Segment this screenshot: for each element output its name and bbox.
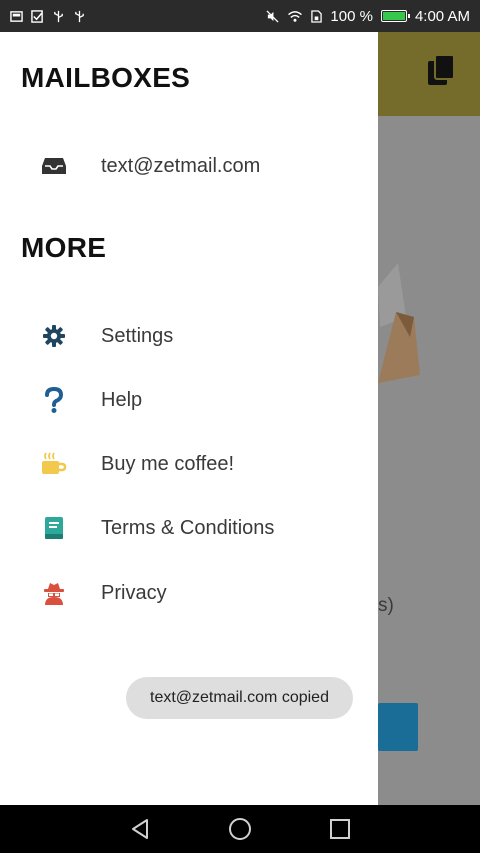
usb-debug-icon <box>75 10 84 22</box>
home-icon[interactable] <box>225 814 255 844</box>
screen: 100 % 4:00 AM s) MAILBOXES text@zetmail. <box>0 0 480 853</box>
mailbox-address: text@zetmail.com <box>101 154 261 177</box>
gear-icon <box>40 322 68 350</box>
battery-percent: 100 % <box>330 7 373 25</box>
mute-icon <box>266 9 279 23</box>
envelope-illustration <box>378 263 420 383</box>
status-left <box>10 9 86 23</box>
sim-icon <box>311 9 323 23</box>
battery-fill <box>382 12 405 20</box>
drawer-item-coffee[interactable]: Buy me coffee! <box>0 436 378 492</box>
drawer-item-label: Settings <box>101 324 174 347</box>
usb-icon <box>54 10 63 22</box>
status-right: 100 % 4:00 AM <box>266 8 470 25</box>
more-heading: MORE <box>21 232 107 263</box>
check-notification-icon <box>31 9 43 23</box>
book-icon <box>40 514 68 542</box>
mailbox-item[interactable]: text@zetmail.com <box>0 138 378 194</box>
copy-icon[interactable] <box>426 54 456 88</box>
status-bar: 100 % 4:00 AM <box>0 0 480 32</box>
navigation-bar <box>0 805 480 853</box>
mailboxes-heading: MAILBOXES <box>21 62 191 93</box>
drawer-item-privacy[interactable]: Privacy <box>0 565 378 621</box>
copied-toast: text@zetmail.com copied <box>126 677 353 719</box>
recents-icon[interactable] <box>325 814 355 844</box>
coffee-icon <box>40 450 68 478</box>
question-icon <box>40 386 68 414</box>
wifi-icon <box>288 10 303 22</box>
drawer-item-label: Help <box>101 388 143 411</box>
clock: 4:00 AM <box>414 7 470 25</box>
background-partial-text: s) <box>378 595 394 616</box>
inbox-icon <box>40 152 68 180</box>
drawer-item-help[interactable]: Help <box>0 372 378 428</box>
drawer-item-label: Buy me coffee! <box>101 452 235 475</box>
back-icon[interactable] <box>125 814 155 844</box>
spy-icon <box>40 579 68 607</box>
battery-icon <box>380 10 410 22</box>
drawer-item-label: Privacy <box>101 581 167 604</box>
drawer-item-settings[interactable]: Settings <box>0 308 378 364</box>
drawer-item-label: Terms & Conditions <box>101 516 275 539</box>
image-notification-icon <box>10 10 23 22</box>
background-button[interactable] <box>378 703 418 751</box>
drawer-item-terms[interactable]: Terms & Conditions <box>0 500 378 556</box>
